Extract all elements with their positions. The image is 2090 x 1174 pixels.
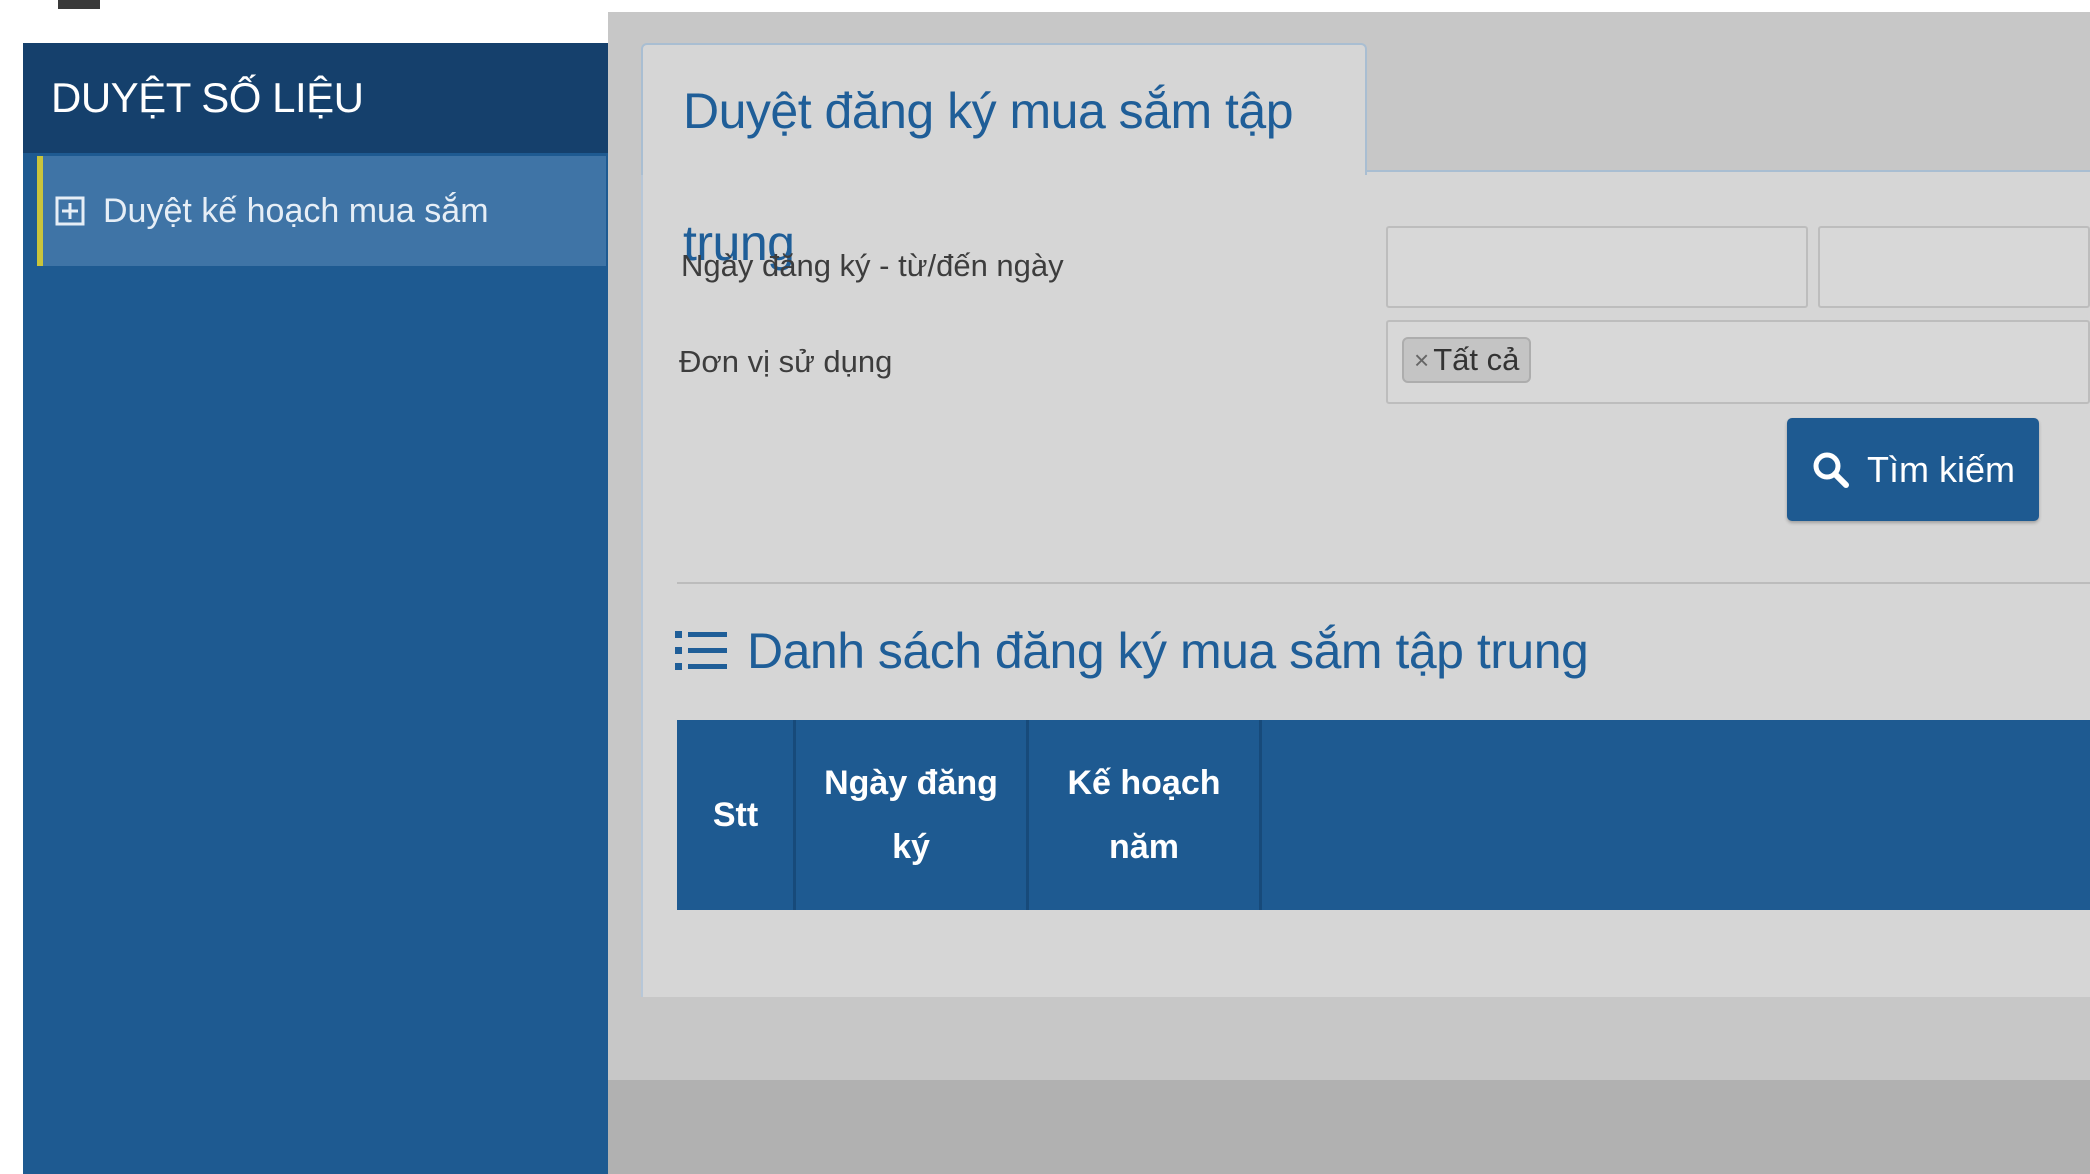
column-separator — [1259, 720, 1262, 910]
column-header-ngay-dang-ky[interactable]: Ngày đăng ký — [796, 720, 1026, 910]
tag-remove-icon[interactable]: × — [1414, 339, 1429, 381]
date-from-input[interactable] — [1386, 226, 1808, 308]
section-divider — [677, 582, 2090, 584]
list-icon — [675, 631, 727, 670]
date-range-label: Ngày đăng ký - từ/đến ngày — [681, 248, 1064, 283]
menu-icon[interactable] — [58, 0, 100, 9]
sidebar-header: DUYỆT SỐ LIỆU — [23, 43, 608, 153]
sidebar-item-duyet-ke-hoach[interactable]: Duyệt kế hoạch mua sắm — [37, 156, 606, 266]
column-header-ke-hoach-nam[interactable]: Kế hoạch năm — [1029, 720, 1259, 910]
tab-duyet-dang-ky[interactable]: Duyệt đăng ký mua sắm tập trung — [641, 43, 1367, 271]
sidebar-item-label: Duyệt kế hoạch mua sắm — [103, 191, 489, 230]
top-bar — [0, 0, 2090, 12]
plus-square-icon — [55, 196, 85, 226]
unit-tag-label: Tất cả — [1433, 342, 1520, 377]
app-window: DUYỆT SỐ LIỆU Duyệt kế hoạch mua sắm Duy… — [0, 0, 2090, 1174]
unit-label: Đơn vị sử dụng — [679, 344, 893, 379]
search-button[interactable]: Tìm kiếm — [1787, 418, 2039, 521]
unit-tag[interactable]: × Tất cả — [1402, 337, 1532, 383]
left-margin — [0, 12, 23, 1174]
list-title: Danh sách đăng ký mua sắm tập trung — [675, 622, 1589, 680]
sidebar: DUYỆT SỐ LIỆU Duyệt kế hoạch mua sắm — [23, 43, 608, 1174]
list-title-text: Danh sách đăng ký mua sắm tập trung — [747, 623, 1589, 679]
search-icon — [1813, 452, 1849, 488]
column-header-stt[interactable]: Stt — [677, 720, 794, 910]
table-header: Stt Ngày đăng ký Kế hoạch năm — [677, 720, 2090, 910]
search-button-label: Tìm kiếm — [1867, 448, 2015, 490]
date-to-input[interactable] — [1818, 226, 2090, 308]
content-footer-band — [608, 1080, 2090, 1174]
